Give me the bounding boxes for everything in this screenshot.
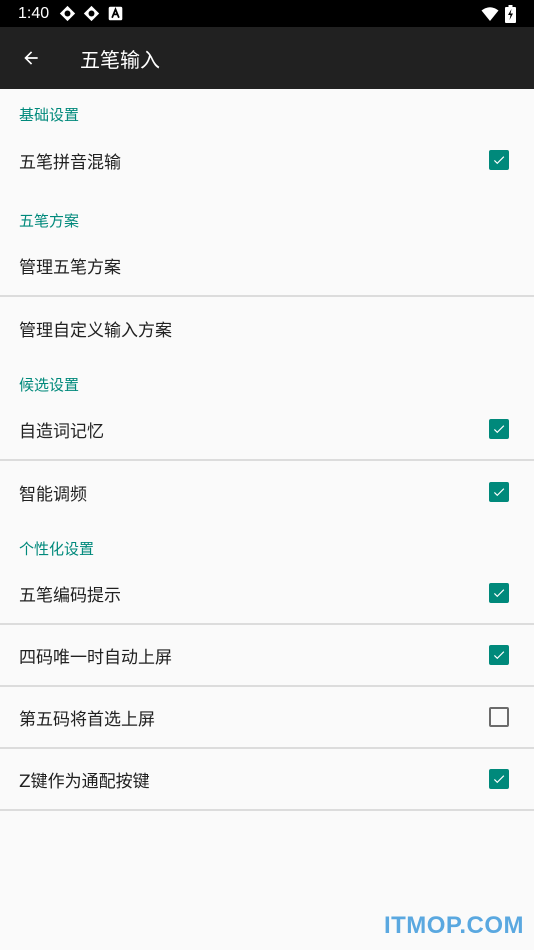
check-icon	[493, 651, 505, 660]
check-icon	[493, 425, 505, 434]
checkbox-checked[interactable]	[489, 419, 509, 439]
checkbox-unchecked[interactable]	[489, 707, 509, 727]
section-header: 基础设置	[19, 106, 80, 124]
notification-icon	[59, 5, 76, 22]
back-button[interactable]	[0, 27, 62, 89]
watermark-text: ITMOP.COM	[383, 912, 524, 939]
checkbox-checked[interactable]	[489, 769, 509, 789]
status-right-icons	[481, 4, 516, 23]
pref-self-made-word-memory[interactable]: 自造词记忆	[0, 399, 534, 461]
check-icon	[493, 589, 505, 598]
pref-label: 第五码将首选上屏	[19, 709, 155, 730]
section-header: 个性化设置	[19, 540, 95, 558]
pref-label: Z键作为通配按键	[19, 771, 150, 792]
status-bar: 1:40	[0, 0, 534, 27]
preferences-list: 基础设置 五笔拼音混输 五笔方案 管理五笔方案 管理自定义输入方案 候选设置 自…	[0, 89, 534, 811]
pref-smart-frequency[interactable]: 智能调频	[0, 461, 534, 523]
pref-z-wildcard-key[interactable]: Z键作为通配按键	[0, 749, 534, 811]
page-title: 五笔输入	[80, 47, 160, 72]
pref-label: 四码唯一时自动上屏	[19, 647, 172, 668]
checkbox-checked[interactable]	[489, 150, 509, 170]
pref-four-code-auto-commit[interactable]: 四码唯一时自动上屏	[0, 625, 534, 687]
pref-label: 自造词记忆	[19, 421, 104, 442]
checkbox-checked[interactable]	[489, 482, 509, 502]
section-header: 五笔方案	[19, 212, 80, 230]
arrow-back-icon	[24, 51, 38, 65]
pref-label: 管理五笔方案	[19, 257, 121, 278]
wifi-icon	[481, 6, 499, 21]
pref-fifth-code-commit-first[interactable]: 第五码将首选上屏	[0, 687, 534, 749]
checkbox-checked[interactable]	[489, 583, 509, 603]
pref-label: 智能调频	[19, 484, 87, 505]
battery-icon	[505, 4, 516, 23]
check-icon	[493, 156, 505, 165]
status-time: 1:40	[18, 4, 50, 22]
app-bar: 五笔输入	[0, 27, 534, 89]
pref-wubi-code-hint[interactable]: 五笔编码提示	[0, 563, 534, 625]
pref-label: 五笔编码提示	[19, 585, 121, 606]
pref-wubi-pinyin-mix[interactable]: 五笔拼音混输	[0, 129, 534, 191]
app-notification-icon	[108, 6, 123, 21]
pref-label: 五笔拼音混输	[19, 152, 121, 173]
pref-manage-custom-scheme[interactable]: 管理自定义输入方案	[0, 297, 534, 359]
notification-icon	[83, 5, 100, 22]
section-header: 候选设置	[19, 376, 80, 394]
checkbox-checked[interactable]	[489, 645, 509, 665]
check-icon	[493, 488, 505, 497]
pref-label: 管理自定义输入方案	[19, 320, 172, 341]
pref-manage-wubi-scheme[interactable]: 管理五笔方案	[0, 235, 534, 297]
check-icon	[493, 775, 505, 784]
